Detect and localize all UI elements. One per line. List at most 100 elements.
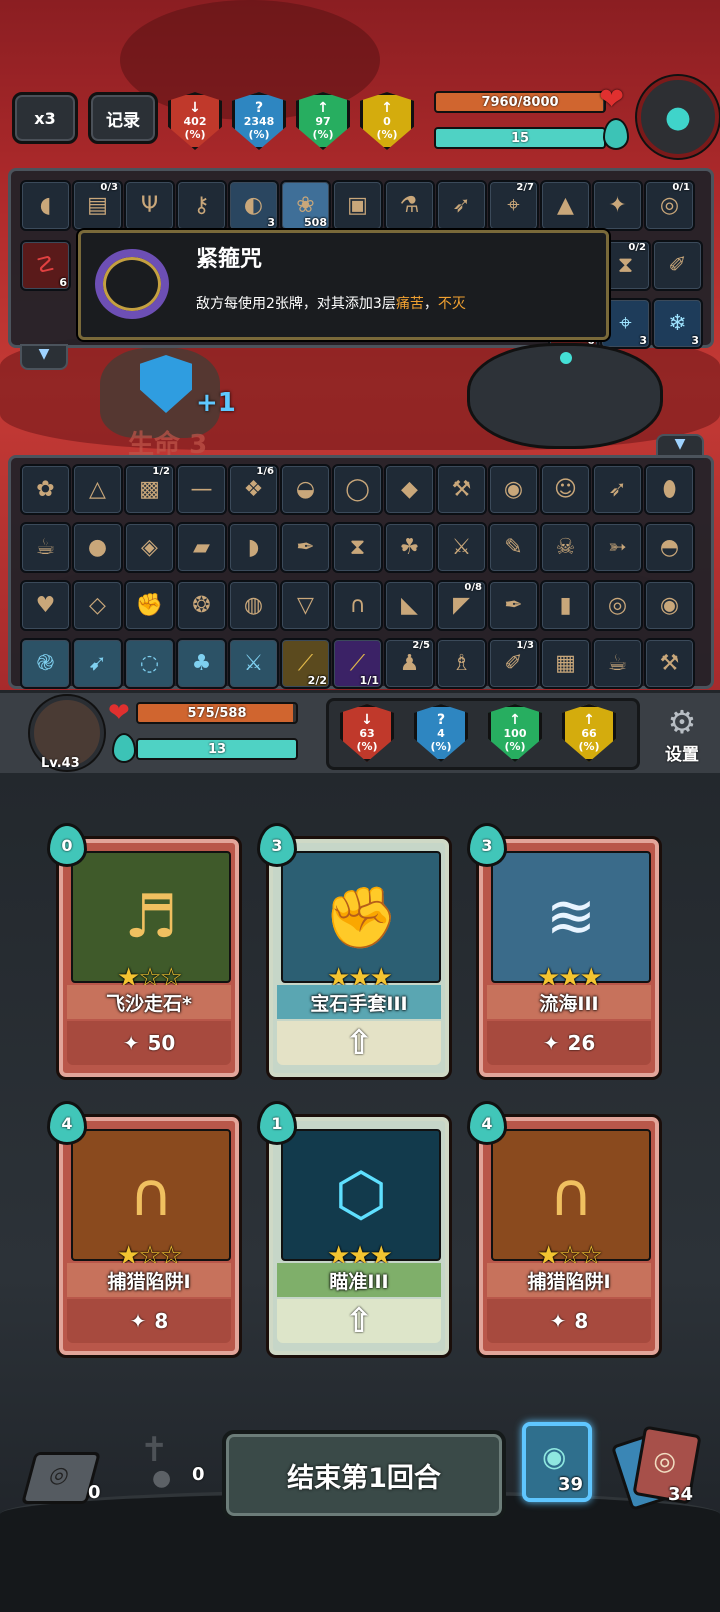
- relic-count: 3: [691, 334, 699, 347]
- relic-slot[interactable]: ☕: [20, 522, 71, 573]
- relic-slot[interactable]: ☠: [540, 522, 591, 573]
- relic-slot[interactable]: ▤ 0/3: [72, 180, 123, 231]
- relic-slot[interactable]: ◎ 0/1: [644, 180, 695, 231]
- ghost-icon: ❀: [296, 192, 315, 218]
- relic-slot[interactable]: ⚷: [176, 180, 227, 231]
- relic-slot[interactable]: ☡ 6: [20, 240, 71, 291]
- relic-slot[interactable]: ➹: [72, 638, 123, 689]
- relic-slot[interactable]: ⬮: [644, 464, 695, 515]
- relic-slot[interactable]: ▦: [540, 638, 591, 689]
- hand-card[interactable]: ≋ ★★★ 流海III ✦ 26 3: [467, 823, 662, 1080]
- tooltip-title: 紧箍咒: [196, 247, 263, 272]
- relic-slot[interactable]: ◐ 3: [228, 180, 279, 231]
- relic-slot[interactable]: ⚒: [436, 464, 487, 515]
- relic-slot[interactable]: ✎: [488, 522, 539, 573]
- relic-slot[interactable]: ◒: [280, 464, 331, 515]
- relic-slot[interactable]: ⚔: [228, 638, 279, 689]
- card-name: 流海III: [487, 985, 651, 1019]
- relic-slot[interactable]: ◣: [384, 580, 435, 631]
- relic-slot[interactable]: ◓: [644, 522, 695, 573]
- settings-button[interactable]: ⚙ 设置: [652, 704, 712, 766]
- hourglass-icon: ⧗: [617, 252, 634, 278]
- relic-slot[interactable]: ☕: [592, 638, 643, 689]
- relic-slot[interactable]: ∩: [332, 580, 383, 631]
- relic-slot[interactable]: ▮: [540, 580, 591, 631]
- relic-slot[interactable]: ♥: [20, 580, 71, 631]
- relic-slot[interactable]: ◉: [644, 580, 695, 631]
- relic-slot[interactable]: ▰: [176, 522, 227, 573]
- speed-button[interactable]: x3: [12, 92, 78, 144]
- bone-icon: —: [190, 476, 213, 502]
- relic-slot[interactable]: ֎: [20, 638, 71, 689]
- relic-slot[interactable]: ✿: [20, 464, 71, 515]
- pouch-icon: ▽: [297, 592, 314, 618]
- relic-slot[interactable]: ✊: [124, 580, 175, 631]
- enemy-avatar[interactable]: ●: [637, 76, 719, 158]
- relic-slot[interactable]: ●: [72, 522, 123, 573]
- relic-slot[interactable]: ▣: [332, 180, 383, 231]
- relic-slot[interactable]: ⚔: [436, 522, 487, 573]
- trap-icon: ∩: [349, 592, 366, 618]
- relic-slot[interactable]: ☘: [384, 522, 435, 573]
- relic-slot[interactable]: ♟ 2/5: [384, 638, 435, 689]
- relic-slot[interactable]: ❖ 1/6: [228, 464, 279, 515]
- relic-slot[interactable]: ❀ 508: [280, 180, 331, 231]
- trident-icon: Ψ: [140, 192, 159, 218]
- relic-slot[interactable]: ◌: [124, 638, 175, 689]
- relic-slot[interactable]: ◇: [72, 580, 123, 631]
- collapse-enemy-panel-button[interactable]: ▼: [20, 344, 68, 370]
- relic-slot[interactable]: ♗: [436, 638, 487, 689]
- relic-slot[interactable]: ✐ 1/3: [488, 638, 539, 689]
- relic-slot[interactable]: ⟋ 2/2: [280, 638, 331, 689]
- relic-slot[interactable]: ◉: [488, 464, 539, 515]
- relic-slot[interactable]: ☺: [540, 464, 591, 515]
- relic-slot[interactable]: ❂: [176, 580, 227, 631]
- relic-slot[interactable]: ➶: [436, 180, 487, 231]
- relic-slot[interactable]: ✦: [592, 180, 643, 231]
- hand-card[interactable]: ✊ ★★★ 宝石手套III ⇧ 3: [257, 823, 452, 1080]
- relic-slot[interactable]: ◆: [384, 464, 435, 515]
- skull-icon: ●: [152, 1466, 172, 1491]
- relic-slot[interactable]: ◖: [20, 180, 71, 231]
- relic-slot[interactable]: ✐: [652, 240, 703, 291]
- upgrade-arrow-icon: ⇧: [344, 1023, 374, 1063]
- brush-icon: ✎: [504, 534, 523, 560]
- relic-slot[interactable]: ◗: [228, 522, 279, 573]
- relic-slot[interactable]: ❄ 3: [652, 298, 703, 349]
- relic-slot[interactable]: ➳: [592, 522, 643, 573]
- figure-icon: ♟: [399, 650, 420, 676]
- relic-slot[interactable]: ♣: [176, 638, 227, 689]
- crystal-ball-icon: ◍: [243, 592, 264, 618]
- relic-slot[interactable]: ▽: [280, 580, 331, 631]
- relic-slot[interactable]: ◍: [228, 580, 279, 631]
- hand-card[interactable]: ∩ ★☆☆ 捕猎陷阱I ✦ 8 4: [467, 1101, 662, 1358]
- grave-pile-button[interactable]: ✝ ●: [130, 1430, 190, 1496]
- hand-card[interactable]: ♬ ★☆☆ 飞沙走石* ✦ 50 0: [47, 823, 242, 1080]
- relic-slot[interactable]: —: [176, 464, 227, 515]
- relic-slot[interactable]: ◤ 0/8: [436, 580, 487, 631]
- armor-icon: ▩: [139, 476, 160, 502]
- relic-slot[interactable]: ✒: [280, 522, 331, 573]
- relic-slot[interactable]: ⚒: [644, 638, 695, 689]
- relic-slot[interactable]: ⧗: [332, 522, 383, 573]
- relic-slot[interactable]: ➶: [592, 464, 643, 515]
- relic-slot[interactable]: ◎: [592, 580, 643, 631]
- relic-slot[interactable]: Ψ: [124, 180, 175, 231]
- end-turn-button[interactable]: 结束第1回合: [222, 1430, 506, 1520]
- relic-slot[interactable]: ◈: [124, 522, 175, 573]
- relic-slot[interactable]: ✒: [488, 580, 539, 631]
- record-button[interactable]: 记录: [88, 92, 158, 144]
- relic-slot[interactable]: ▲: [540, 180, 591, 231]
- relic-slot[interactable]: ⌖ 2/7: [488, 180, 539, 231]
- relic-slot[interactable]: △: [72, 464, 123, 515]
- stat-value: 2348: [243, 114, 275, 128]
- hand-card[interactable]: ∩ ★☆☆ 捕猎陷阱I ✦ 8 4: [47, 1101, 242, 1358]
- tent-icon: ▲: [557, 192, 574, 218]
- relic-slot[interactable]: ⚗: [384, 180, 435, 231]
- relic-slot[interactable]: ▩ 1/2: [124, 464, 175, 515]
- mystery-icon: ?: [254, 99, 264, 116]
- hand-card[interactable]: ⬡ ★★★ 瞄准III ⇧ 1: [257, 1101, 452, 1358]
- relic-slot[interactable]: ◯: [332, 464, 383, 515]
- heart-icon: ❤: [599, 82, 625, 117]
- relic-slot[interactable]: ⟋ 1/1: [332, 638, 383, 689]
